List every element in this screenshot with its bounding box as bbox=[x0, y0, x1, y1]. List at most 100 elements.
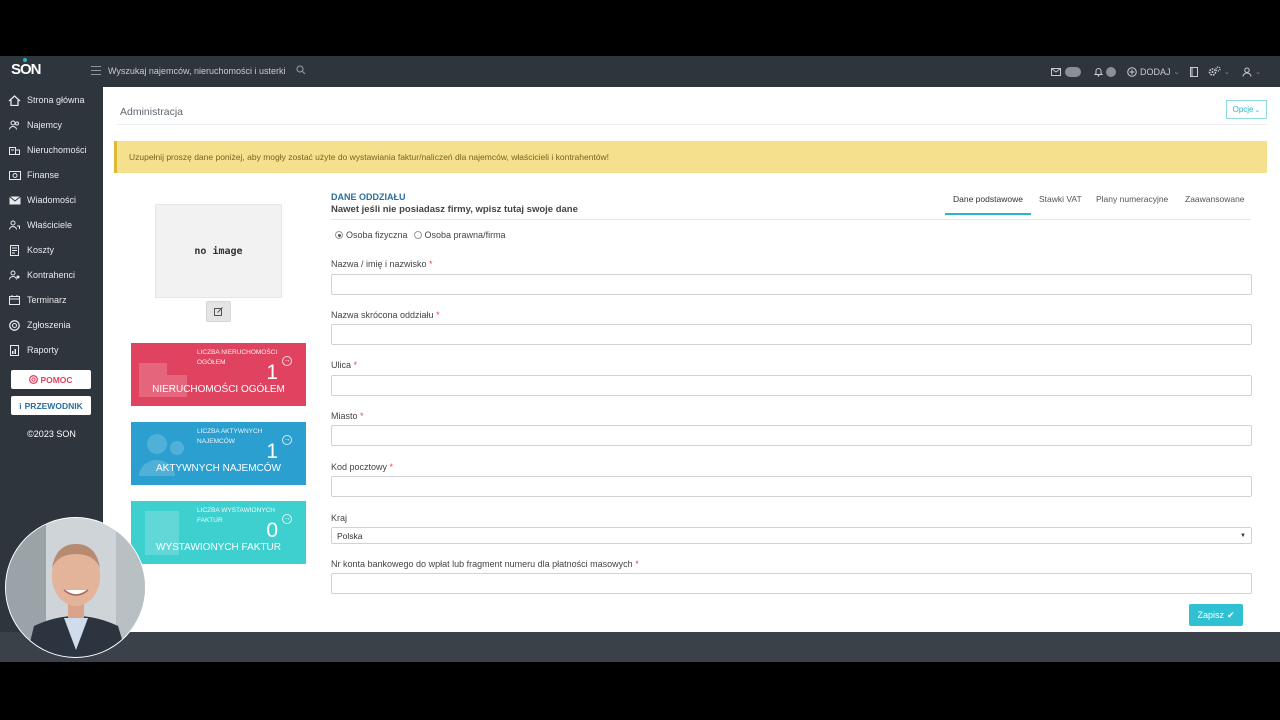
calendar-icon bbox=[8, 295, 21, 306]
sidebar-item-home[interactable]: Strona główna bbox=[0, 88, 103, 112]
app-screen: SON DODAJ ⌄ ⌄ ⌄ bbox=[0, 56, 1280, 662]
logo[interactable]: SON bbox=[11, 58, 41, 83]
mail-icon bbox=[1051, 67, 1061, 76]
chevron-down-icon: ⌄ bbox=[1255, 68, 1261, 76]
save-button[interactable]: Zapisz ✔ bbox=[1189, 604, 1243, 626]
building-icon bbox=[8, 145, 21, 156]
country-value: Polska bbox=[337, 530, 363, 541]
save-label: Zapisz bbox=[1197, 610, 1224, 620]
street-input[interactable] bbox=[331, 375, 1252, 396]
sidebar-item-calendar[interactable]: Terminarz bbox=[0, 288, 103, 312]
copyright: ©2023 SON bbox=[27, 429, 76, 439]
notifications-badge bbox=[1106, 66, 1116, 77]
dropdown-arrow-icon: ▼ bbox=[1240, 533, 1246, 539]
notifications-widget[interactable] bbox=[1094, 64, 1116, 79]
name-input[interactable] bbox=[331, 274, 1252, 295]
required-mark: * bbox=[436, 310, 440, 320]
field-label-postal-code: Kod pocztowy * bbox=[331, 462, 393, 472]
support-icon bbox=[8, 319, 21, 331]
postal-code-input[interactable] bbox=[331, 476, 1252, 497]
radio-company-label[interactable]: Osoba prawna/firma bbox=[425, 230, 506, 240]
messages-count-badge bbox=[1065, 66, 1081, 77]
stat-properties-card[interactable]: LICZBA NIERUCHOMOŚCI OGÓŁEM → 1 NIERUCHO… bbox=[131, 343, 306, 406]
tab-basic-data[interactable]: Dane podstawowe bbox=[953, 194, 1023, 204]
sidebar-item-contractors[interactable]: Kontrahenci bbox=[0, 263, 103, 287]
menu-toggle-icon[interactable] bbox=[91, 66, 101, 75]
money-icon bbox=[8, 170, 21, 181]
sidebar-item-messages[interactable]: Wiadomości bbox=[0, 188, 103, 212]
guide-button[interactable]: i PRZEWODNIK bbox=[11, 396, 91, 415]
short-name-input[interactable] bbox=[331, 324, 1252, 345]
search-input[interactable] bbox=[108, 62, 286, 80]
presenter-video-avatar bbox=[5, 517, 146, 658]
help-button[interactable]: POMOC bbox=[11, 370, 91, 389]
sidebar-item-finance[interactable]: Finanse bbox=[0, 163, 103, 187]
city-input[interactable] bbox=[331, 425, 1252, 446]
field-label-street: Ulica * bbox=[331, 360, 357, 370]
radio-person-label[interactable]: Osoba fizyczna bbox=[346, 230, 408, 240]
tab-vat-rates[interactable]: Stawki VAT bbox=[1039, 194, 1082, 204]
sidebar-item-properties[interactable]: Nieruchomości bbox=[0, 138, 103, 162]
users-icon bbox=[8, 120, 21, 131]
arrow-right-icon[interactable]: → bbox=[282, 435, 292, 445]
bank-account-input[interactable] bbox=[331, 573, 1252, 594]
alert-text: Uzupełnij proszę dane poniżej, aby mogły… bbox=[129, 152, 610, 162]
radio-company[interactable] bbox=[413, 231, 422, 239]
page-title: Administracja bbox=[120, 106, 184, 118]
add-label: DODAJ bbox=[1140, 66, 1171, 77]
field-label-short-name: Nazwa skrócona oddziału * bbox=[331, 310, 440, 320]
no-image-text: no image bbox=[194, 245, 243, 257]
info-alert: Uzupełnij proszę dane poniżej, aby mogły… bbox=[114, 141, 1267, 173]
stat-tenants-card[interactable]: LICZBA AKTYWNYCH NAJEMCÓW → 1 AKTYWNYCH … bbox=[131, 422, 306, 485]
sidebar-item-owners[interactable]: Właściciele bbox=[0, 213, 103, 237]
search-icon[interactable] bbox=[296, 65, 306, 75]
form-title: DANE ODDZIAŁU bbox=[331, 192, 406, 202]
field-label-bank-account: Nr konta bankowego do wpłat lub fragment… bbox=[331, 559, 639, 569]
plus-circle-icon bbox=[1127, 66, 1137, 77]
tab-numbering-plans[interactable]: Plany numeracyjne bbox=[1096, 194, 1168, 204]
sidebar-item-costs[interactable]: Koszty bbox=[0, 238, 103, 262]
logo-dot bbox=[23, 58, 27, 62]
person-photo bbox=[6, 518, 145, 657]
stat-label: NIERUCHOMOŚCI OGÓŁEM bbox=[152, 384, 285, 395]
owners-icon bbox=[8, 220, 21, 231]
bottom-bar bbox=[0, 632, 1280, 662]
options-button[interactable]: Opcje ⌄ bbox=[1226, 100, 1267, 119]
field-label-city: Miasto * bbox=[331, 411, 364, 421]
sidebar-item-label: Właściciele bbox=[27, 220, 73, 230]
chevron-down-icon: ⌄ bbox=[1254, 106, 1261, 114]
stat-invoices-card[interactable]: LICZBA WYSTAWIONYCH FAKTUR → 0 WYSTAWION… bbox=[131, 501, 306, 564]
arrow-right-icon[interactable]: → bbox=[282, 514, 292, 524]
label-text: Nazwa skrócona oddziału bbox=[331, 310, 434, 320]
guide-label: PRZEWODNIK bbox=[24, 400, 83, 411]
user-menu[interactable]: ⌄ bbox=[1242, 64, 1261, 79]
settings-menu[interactable]: ⌄ bbox=[1208, 64, 1230, 79]
add-button[interactable]: DODAJ ⌄ bbox=[1127, 64, 1179, 79]
messages-widget[interactable] bbox=[1051, 64, 1081, 79]
field-label-name: Nazwa / imię i nazwisko * bbox=[331, 259, 433, 269]
radio-person[interactable] bbox=[335, 231, 343, 239]
book-button[interactable] bbox=[1190, 64, 1198, 79]
sidebar-item-reports[interactable]: Raporty bbox=[0, 338, 103, 362]
sidebar-item-reports-issues[interactable]: Zgłoszenia bbox=[0, 313, 103, 337]
arrow-right-icon[interactable]: → bbox=[282, 356, 292, 366]
bell-icon bbox=[1094, 67, 1103, 77]
required-mark: * bbox=[389, 462, 394, 472]
gears-icon bbox=[1208, 66, 1221, 76]
label-text: Miasto bbox=[331, 411, 358, 421]
check-icon: ✔ bbox=[1226, 609, 1235, 620]
stat-value: 1 bbox=[266, 361, 278, 384]
sidebar-item-tenants[interactable]: Najemcy bbox=[0, 113, 103, 137]
contractors-icon bbox=[8, 270, 21, 281]
edit-image-button[interactable] bbox=[206, 301, 231, 322]
tab-advanced[interactable]: Zaawansowane bbox=[1185, 194, 1245, 204]
logo-text: SON bbox=[11, 61, 41, 78]
field-label-country: Kraj bbox=[331, 513, 348, 523]
home-icon bbox=[8, 94, 21, 106]
sidebar-item-label: Nieruchomości bbox=[27, 145, 87, 155]
active-tab-indicator bbox=[945, 213, 1031, 215]
sidebar-item-label: Koszty bbox=[27, 245, 55, 255]
report-icon bbox=[8, 344, 21, 356]
country-select[interactable]: Polska ▼ bbox=[331, 527, 1252, 544]
chevron-down-icon: ⌄ bbox=[1173, 68, 1180, 76]
